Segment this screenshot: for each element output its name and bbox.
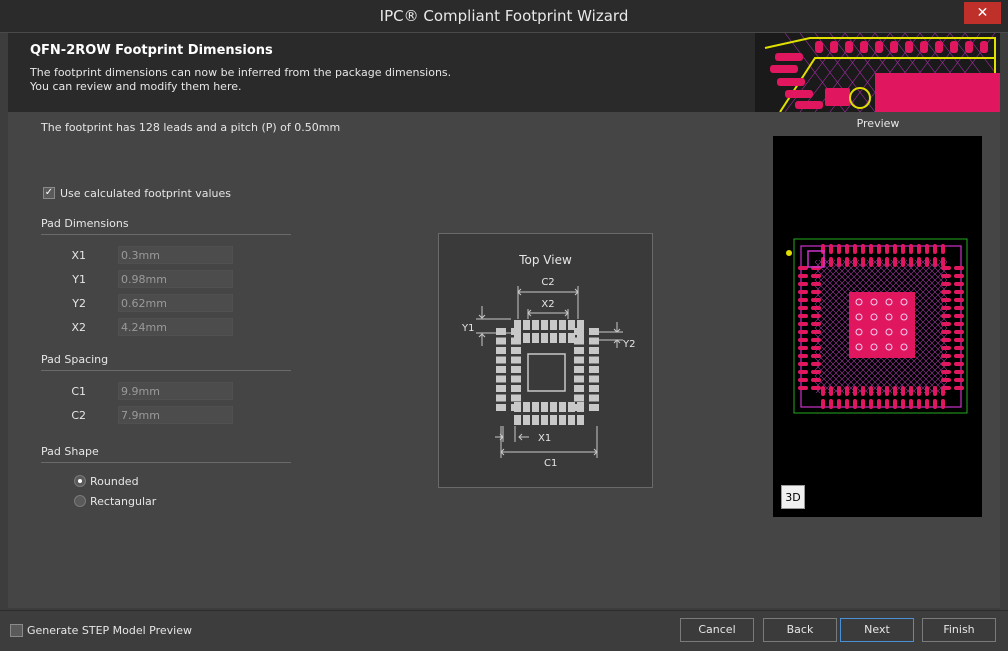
preview-label: Preview — [856, 117, 900, 130]
top-view-drawing: C2 X2 Y1 Y2 X1 C1 — [461, 277, 635, 469]
next-button[interactable]: Next — [840, 618, 914, 642]
use-calculated-label: Use calculated footprint values — [60, 187, 232, 200]
wizard-body: The footprint has 128 leads and a pitch … — [8, 112, 1000, 608]
pcb-banner-image — [755, 33, 1000, 112]
footprint-preview-drawing — [786, 238, 968, 414]
finish-button[interactable]: Finish — [922, 618, 996, 642]
checkmark-icon: ✓ — [44, 187, 54, 198]
rounded-radio[interactable] — [74, 475, 86, 487]
page-title: QFN-2ROW Footprint Dimensions — [30, 43, 273, 58]
page-subtitle: The footprint dimensions can now be infe… — [30, 66, 452, 93]
pad-dimensions-heading: Pad Dimensions — [41, 217, 291, 235]
y2-dim-label: Y2 — [622, 339, 635, 350]
step-preview-checkbox[interactable] — [10, 624, 23, 637]
close-button[interactable]: ✕ — [964, 2, 1001, 24]
c1-dim-label: C1 — [544, 458, 557, 469]
x1-label: X1 — [71, 249, 86, 262]
y1-label: Y1 — [72, 273, 86, 286]
close-icon: ✕ — [976, 5, 989, 21]
rectangular-label: Rectangular — [90, 495, 157, 508]
y2-field[interactable]: 0.62mm — [118, 294, 233, 312]
c2-field[interactable]: 7.9mm — [118, 406, 233, 424]
rounded-label: Rounded — [90, 475, 139, 488]
wizard-header: QFN-2ROW Footprint Dimensions The footpr… — [8, 33, 1000, 112]
c1-label: C1 — [71, 385, 86, 398]
wizard-footer: Generate STEP Model Preview Cancel Back … — [0, 610, 1008, 651]
window-title: IPC® Compliant Footprint Wizard — [379, 7, 629, 25]
y1-field[interactable]: 0.98mm — [118, 270, 233, 288]
y2-label: Y2 — [72, 297, 86, 310]
title-bar: IPC® Compliant Footprint Wizard ✕ — [0, 0, 1008, 33]
x1-dim-label: X1 — [538, 433, 551, 444]
cancel-button[interactable]: Cancel — [680, 618, 754, 642]
x2-label: X2 — [71, 321, 86, 334]
footprint-info-text: The footprint has 128 leads and a pitch … — [41, 121, 341, 134]
y1-dim-label: Y1 — [461, 323, 474, 334]
c1-field[interactable]: 9.9mm — [118, 382, 233, 400]
use-calculated-checkbox[interactable]: ✓ — [43, 187, 55, 199]
rectangular-radio[interactable] — [74, 495, 86, 507]
top-view-diagram: Top View C2 X2 Y1 Y2 X1 C1 — [438, 233, 653, 488]
pad-shape-heading: Pad Shape — [41, 445, 291, 463]
x2-dim-label: X2 — [541, 299, 554, 310]
back-button[interactable]: Back — [763, 618, 837, 642]
x1-field[interactable]: 0.3mm — [118, 246, 233, 264]
step-preview-label: Generate STEP Model Preview — [27, 624, 192, 637]
3d-view-button[interactable]: 3D — [781, 485, 805, 509]
preview-panel[interactable]: 3D — [773, 136, 982, 517]
pad-spacing-heading: Pad Spacing — [41, 353, 291, 371]
c2-label: C2 — [71, 409, 86, 422]
c2-dim-label: C2 — [541, 277, 554, 288]
x2-field[interactable]: 4.24mm — [118, 318, 233, 336]
